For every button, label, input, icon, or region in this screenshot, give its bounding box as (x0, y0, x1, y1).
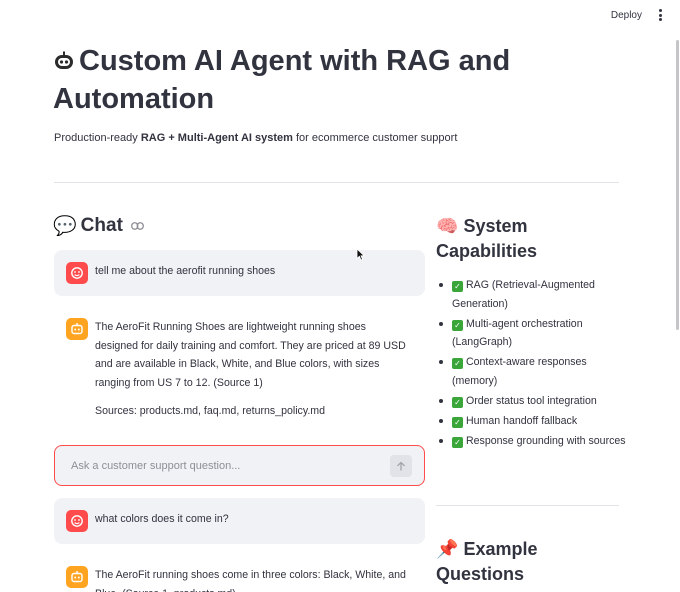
subtitle-bold: RAG + Multi-Agent AI system (140, 132, 293, 144)
user-avatar-icon (66, 262, 88, 284)
message-text: tell me about the aerofit running shoes (95, 265, 276, 277)
chat-input[interactable] (71, 446, 371, 485)
page-subtitle: Production-ready RAG + Multi-Agent AI sy… (54, 132, 457, 144)
message-text: The AeroFit Running Shoes are lightweigh… (95, 321, 406, 389)
check-mark-icon: ✓ (452, 416, 463, 428)
assistant-avatar-icon (66, 566, 88, 588)
capability-label: Human handoff fallback (466, 414, 578, 427)
list-item: ✓ Human handoff fallback (436, 412, 626, 431)
capabilities-list: ✓ RAG (Retrieval-Augmented Generation) ✓ M… (436, 276, 626, 452)
message-body: The AeroFit Running Shoes are lightweigh… (95, 318, 411, 421)
page-scrollbar[interactable] (676, 40, 679, 330)
page-title-text: Custom AI Agent with RAG and Automation (53, 45, 511, 115)
header-divider (54, 182, 619, 183)
capability-label: Order status tool integration (466, 394, 597, 407)
user-avatar-icon (66, 510, 88, 532)
capability-label: Multi-agent orchestration (LangGraph) (452, 317, 583, 349)
chat-message-assistant: The AeroFit running shoes come in three … (54, 554, 425, 592)
sidebar-divider (436, 505, 619, 506)
check-mark-icon: ✓ (452, 358, 463, 369)
app-header: Deploy (0, 0, 680, 34)
anchor-link-icon[interactable] (131, 221, 144, 230)
subtitle-text: Production-ready (54, 132, 141, 144)
examples-heading: 📌 Example Questions (436, 537, 626, 586)
chat-input-box[interactable] (54, 445, 425, 486)
capabilities-heading: 🧠 System Capabilities (436, 214, 626, 263)
check-mark-icon: ✓ (452, 436, 463, 448)
pushpin-icon: 📌 (436, 539, 459, 560)
deploy-button[interactable]: Deploy (611, 10, 642, 21)
capability-label: RAG (Retrieval-Augmented Generation) (452, 279, 595, 310)
message-sources: Sources: products.md, faq.md, returns_po… (95, 405, 326, 417)
list-item: ✓ Response grounding with sources (436, 432, 626, 451)
speech-bubble-icon: 💬 (53, 215, 77, 237)
list-item: ✓ Order status tool integration (436, 392, 626, 411)
list-item: ✓ Multi-agent orchestration (LangGraph) (436, 315, 626, 352)
subtitle-text-end: for ecommerce customer support (292, 132, 458, 144)
assistant-avatar-icon (66, 318, 88, 340)
list-item: ✓ RAG (Retrieval-Augmented Generation) (436, 276, 626, 313)
chat-heading: 💬 Chat (53, 214, 144, 237)
check-mark-icon: ✓ (452, 396, 463, 408)
message-text: The AeroFit running shoes come in three … (95, 569, 406, 592)
chat-message-user: tell me about the aerofit running shoes (54, 250, 425, 296)
chat-heading-text: Chat (80, 214, 123, 236)
robot-icon (55, 51, 73, 69)
mouse-cursor-icon (356, 248, 365, 261)
capability-label: Context-aware responses (memory) (452, 356, 587, 387)
send-button[interactable] (390, 455, 412, 477)
chat-message-user: what colors does it come in? (54, 498, 425, 544)
check-mark-icon: ✓ (452, 319, 463, 331)
check-mark-icon: ✓ (452, 281, 463, 292)
brain-icon: 🧠 (436, 216, 459, 237)
page-title: Custom AI Agent with RAG and Automation (53, 42, 533, 118)
capability-label: Response grounding with sources (466, 434, 626, 447)
chat-message-assistant: The AeroFit Running Shoes are lightweigh… (54, 306, 425, 433)
arrow-up-icon (397, 461, 405, 471)
main-menu-icon[interactable] (657, 9, 663, 23)
message-text: what colors does it come in? (95, 513, 229, 525)
list-item: ✓ Context-aware responses (memory) (436, 353, 626, 390)
